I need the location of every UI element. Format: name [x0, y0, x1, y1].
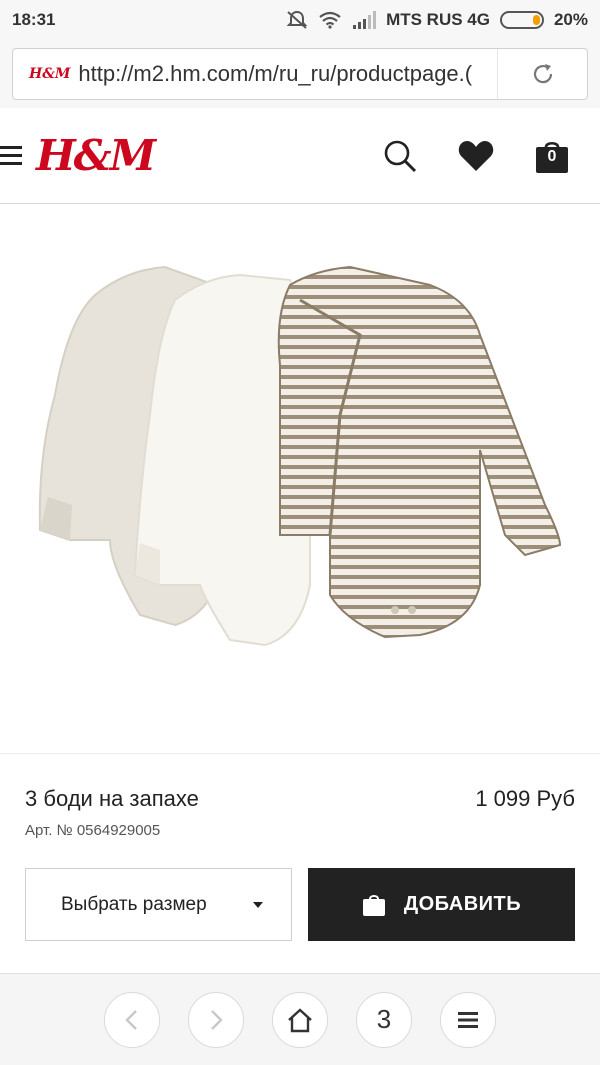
size-select[interactable]: Выбрать размер [25, 868, 292, 941]
add-button-label: ДОБАВИТЬ [403, 893, 522, 915]
hamburger-menu-icon[interactable] [0, 146, 22, 165]
product-info-panel: 3 боди на запахе 1 099 Руб Арт. № 056492… [0, 753, 600, 973]
carrier-label: MTS RUS 4G [386, 10, 490, 29]
product-price: 1 099 Руб [475, 786, 575, 811]
wifi-icon [319, 11, 341, 29]
heart-icon[interactable] [458, 139, 494, 173]
bodysuits-picture [38, 265, 562, 647]
browser-bottom-nav: 3 [0, 973, 600, 1065]
reload-icon [533, 64, 552, 84]
back-button[interactable] [104, 991, 160, 1048]
mute-icon [286, 10, 308, 29]
url-text[interactable]: http://m2.hm.com/m/ru_ru/productpage.( [78, 61, 497, 87]
browser-toolbar: H&M http://m2.hm.com/m/ru_ru/productpage… [0, 40, 600, 108]
add-to-bag-button[interactable]: ДОБАВИТЬ [308, 868, 575, 941]
article-number: Арт. № 0564929005 [25, 822, 161, 839]
header-actions: 0 [382, 138, 570, 174]
chevron-left-icon [125, 1009, 137, 1030]
status-bar: 18:31 MTS RUS 4G 20% [0, 0, 600, 40]
shopping-bag-button[interactable]: 0 [534, 138, 570, 174]
product-name: 3 боди на запахе [25, 786, 199, 811]
battery-icon [499, 11, 544, 29]
size-select-label: Выбрать размер [61, 893, 207, 915]
home-icon [288, 1007, 312, 1032]
status-icons: MTS RUS 4G 20% [286, 10, 588, 30]
home-button[interactable] [272, 991, 328, 1048]
battery-percent: 20% [553, 10, 588, 29]
menu-icon [458, 1011, 478, 1028]
status-time: 18:31 [12, 10, 56, 29]
tabs-count: 3 [376, 1004, 392, 1034]
reload-button[interactable] [497, 49, 587, 99]
shopping-bag-icon [362, 894, 385, 916]
site-header: H&M 0 [0, 108, 600, 204]
search-icon[interactable] [382, 138, 418, 174]
menu-button[interactable] [440, 991, 496, 1048]
chevron-right-icon [211, 1009, 223, 1030]
site-favicon: H&M [29, 66, 71, 82]
striped-bodysuit [277, 265, 562, 639]
signal-icon [353, 11, 377, 29]
chevron-down-icon [253, 902, 263, 908]
url-bar[interactable]: H&M http://m2.hm.com/m/ru_ru/productpage… [12, 48, 588, 100]
bag-count: 0 [547, 147, 557, 165]
battery-level [532, 15, 540, 25]
forward-button[interactable] [188, 991, 244, 1048]
hm-logo[interactable]: H&M [36, 131, 156, 180]
product-image[interactable] [0, 205, 600, 753]
tabs-button[interactable]: 3 [356, 991, 412, 1048]
